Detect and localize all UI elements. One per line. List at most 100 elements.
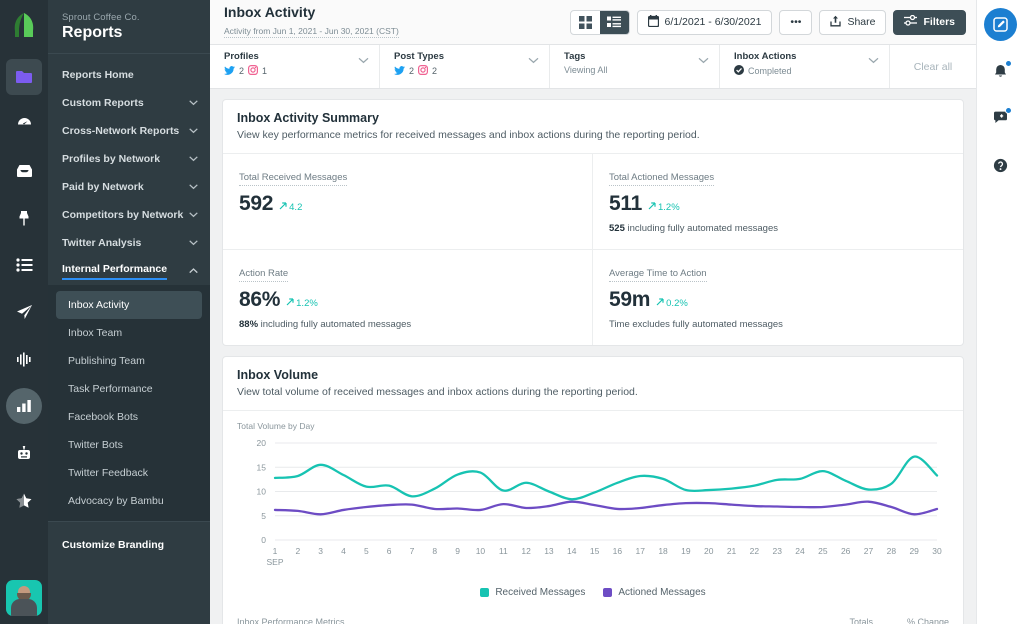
sidebar-subitem-label: Twitter Bots <box>68 439 123 451</box>
metric-subtext-bold: 525 <box>609 223 625 234</box>
date-range-picker[interactable]: 6/1/2021 - 6/30/2021 <box>636 9 773 35</box>
legend-item-actioned[interactable]: Actioned Messages <box>603 587 706 598</box>
messages-chat-icon[interactable] <box>984 102 1017 135</box>
sidebar-item-internal-performance[interactable]: Internal Performance <box>48 257 210 285</box>
sidebar-item-twitter-feedback[interactable]: Twitter Feedback <box>56 459 202 487</box>
view-toggle[interactable] <box>569 9 630 35</box>
rail-item-listening[interactable] <box>6 341 42 377</box>
sidebar-subitem-label: Advocacy by Bambu <box>68 495 164 507</box>
instagram-icon <box>248 65 259 77</box>
sprout-leaf-logo[interactable] <box>12 12 36 43</box>
svg-text:3: 3 <box>318 546 323 556</box>
svg-text:20: 20 <box>704 546 714 556</box>
chart-legend: Received Messages Actioned Messages <box>223 583 963 608</box>
rail-item-dashboard[interactable] <box>6 106 42 142</box>
filter-label: Tags <box>564 51 586 62</box>
filter-tags[interactable]: Tags Viewing All <box>550 45 720 88</box>
share-button[interactable]: Share <box>819 9 887 35</box>
sidebar-item-advocacy-by-bambu[interactable]: Advocacy by Bambu <box>56 487 202 515</box>
metric-delta-value: 1.2% <box>657 202 680 213</box>
svg-text:25: 25 <box>818 546 828 556</box>
svg-text:13: 13 <box>544 546 554 556</box>
svg-text:0: 0 <box>261 535 266 545</box>
sidebar-item-custom-reports[interactable]: Custom Reports <box>48 89 210 117</box>
sidebar-item-facebook-bots[interactable]: Facebook Bots <box>56 403 202 431</box>
inbox-activity-summary-card: Inbox Activity Summary View key performa… <box>222 99 964 346</box>
sidebar-item-twitter-bots[interactable]: Twitter Bots <box>56 431 202 459</box>
sidebar-item-inbox-team[interactable]: Inbox Team <box>56 319 202 347</box>
ellipsis-icon: ••• <box>790 16 802 28</box>
sidebar-item-twitter-analysis[interactable]: Twitter Analysis <box>48 229 210 257</box>
metric-subtext: 525 including fully automated messages <box>609 223 947 234</box>
sidebar-item-customize-branding[interactable]: Customize Branding <box>48 521 210 566</box>
svg-text:16: 16 <box>613 546 623 556</box>
svg-text:SEP: SEP <box>266 557 283 567</box>
filter-profiles[interactable]: Profiles 2 1 <box>210 45 380 88</box>
sidebar-item-publishing-team[interactable]: Publishing Team <box>56 347 202 375</box>
legend-swatch-received <box>480 588 490 597</box>
twitter-icon <box>224 65 235 77</box>
sidebar-item-reports-home[interactable]: Reports Home <box>48 61 210 89</box>
metric-label: Action Rate <box>239 268 289 282</box>
twitter-count: 2 <box>239 66 245 76</box>
chevron-down-icon <box>189 237 198 249</box>
rail-item-reports[interactable] <box>6 388 42 424</box>
metric-action-rate: Action Rate 86% 1.2% 88% including fully… <box>223 250 593 345</box>
rail-item-compose[interactable] <box>6 294 42 330</box>
sidebar-item-profiles-by-network[interactable]: Profiles by Network <box>48 145 210 173</box>
date-range-label: 6/1/2021 - 6/30/2021 <box>664 16 762 28</box>
list-view-button[interactable] <box>599 10 629 34</box>
metric-delta: 1.2% <box>648 202 680 213</box>
topbar-actions: 6/1/2021 - 6/30/2021 ••• Share Filters <box>569 9 966 35</box>
sidebar-item-cross-network-reports[interactable]: Cross-Network Reports <box>48 117 210 145</box>
metric-subtext-rest: including fully automated messages <box>627 223 779 234</box>
metric-label: Average Time to Action <box>609 268 707 282</box>
grid-view-button[interactable] <box>571 11 600 34</box>
rail-item-advocacy[interactable] <box>6 482 42 518</box>
sidebar-item-label: Profiles by Network <box>62 153 161 165</box>
metric-total-received-messages: Total Received Messages 592 4.2 <box>223 154 593 250</box>
filter-inbox-actions[interactable]: Inbox Actions Completed <box>720 45 890 88</box>
volume-title: Inbox Volume <box>237 368 319 382</box>
sidebar-item-competitors-by-network[interactable]: Competitors by Network <box>48 201 210 229</box>
legend-label: Received Messages <box>495 587 586 598</box>
user-avatar[interactable] <box>6 580 42 616</box>
more-options-button[interactable]: ••• <box>779 9 813 35</box>
page-topbar: Inbox Activity Activity from Jun 1, 2021… <box>210 0 976 45</box>
notifications-bell-icon[interactable] <box>984 55 1017 88</box>
rail-item-tasks[interactable] <box>6 247 42 283</box>
global-nav-rail <box>0 0 48 624</box>
chevron-down-icon <box>189 153 198 165</box>
svg-text:21: 21 <box>727 546 737 556</box>
legend-item-received[interactable]: Received Messages <box>480 587 585 598</box>
summary-title: Inbox Activity Summary <box>237 111 379 125</box>
svg-text:19: 19 <box>681 546 691 556</box>
clear-all-button[interactable]: Clear all <box>890 45 976 88</box>
sidebar-subitem-label: Facebook Bots <box>68 411 139 423</box>
filter-value: 2 1 <box>224 65 358 77</box>
metric-delta-value: 4.2 <box>289 202 303 213</box>
rail-item-inbox[interactable] <box>6 153 42 189</box>
report-scroll-area[interactable]: Inbox Activity Summary View key performa… <box>210 89 976 624</box>
chevron-down-icon <box>189 125 198 137</box>
chevron-down-icon <box>868 51 879 69</box>
help-icon[interactable] <box>984 149 1017 182</box>
sidebar-item-inbox-activity[interactable]: Inbox Activity <box>56 291 202 319</box>
filter-post-types[interactable]: Post Types 2 2 <box>380 45 550 88</box>
rail-item-publishing[interactable] <box>6 200 42 236</box>
metric-value: 511 <box>609 192 642 215</box>
rail-item-bots[interactable] <box>6 435 42 471</box>
calendar-icon <box>647 14 659 30</box>
main-content: Inbox Activity Activity from Jun 1, 2021… <box>210 0 976 624</box>
svg-text:10: 10 <box>257 487 267 497</box>
total-volume-line-chart: 051015201 2 3 4 5 6 7 8 9 10 11 12 13 14 15 16 17 18 19 20 2… <box>257 438 942 567</box>
filters-button[interactable]: Filters <box>893 9 966 35</box>
rail-item-reports-folder[interactable] <box>6 59 42 95</box>
compose-button[interactable] <box>984 8 1017 41</box>
message-badge <box>1005 107 1012 114</box>
svg-text:26: 26 <box>841 546 851 556</box>
sidebar-item-paid-by-network[interactable]: Paid by Network <box>48 173 210 201</box>
sidebar-item-task-performance[interactable]: Task Performance <box>56 375 202 403</box>
instagram-count: 2 <box>432 66 438 76</box>
chevron-down-icon <box>189 181 198 193</box>
